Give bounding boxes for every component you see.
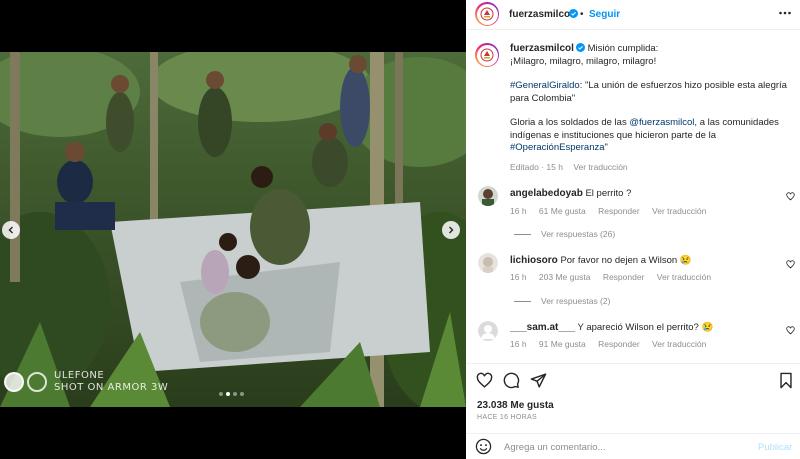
bookmark-icon[interactable] — [778, 372, 794, 389]
caption-meta: Editado · 15 h Ver traducción — [510, 161, 790, 174]
caption-username[interactable]: fuerzasmilcol — [510, 43, 574, 54]
edited-time: Editado · 15 h — [510, 161, 563, 172]
caption-avatar[interactable] — [475, 43, 499, 67]
replies-line — [514, 300, 531, 302]
post-header: fuerzasmilcol • Seguir — [466, 0, 800, 30]
avatar[interactable] — [478, 186, 498, 206]
comment-username[interactable]: ___sam.at___ — [510, 322, 575, 333]
comment-username[interactable]: lichiosoro — [510, 255, 558, 266]
carousel-dot-active — [226, 392, 230, 396]
comment-username[interactable]: angelabedoyab — [510, 188, 583, 199]
post-actions: 23.038 Me gusta HACE 16 HORAS — [466, 363, 800, 433]
likes-count[interactable]: 23.038 Me gusta — [477, 400, 554, 411]
watermark-circle-icon — [4, 372, 24, 392]
caption-line-2: ¡Milagro, milagro, milagro, milagro! — [510, 55, 657, 67]
carousel-dot — [219, 392, 223, 396]
caption-p3-start: Gloria a los soldados de las — [510, 117, 630, 128]
army-logo-icon — [480, 48, 494, 62]
carousel-dot — [240, 392, 244, 396]
caption-text: fuerzasmilcol Misión cumplida: ¡Milagro,… — [510, 43, 790, 173]
watermark-brand: ULEFONE — [54, 370, 105, 381]
comment-likes[interactable]: 91 Me gusta — [539, 339, 586, 349]
army-logo-icon — [480, 7, 494, 21]
heart-icon[interactable] — [786, 326, 795, 335]
translate-link[interactable]: Ver traducción — [652, 339, 706, 349]
reply-button[interactable]: Responder — [598, 339, 640, 349]
comment-likes[interactable]: 203 Me gusta — [539, 272, 591, 282]
comment-meta: 16 h 203 Me gusta Responder Ver traducci… — [510, 272, 721, 282]
caption-p3-end: " — [604, 142, 608, 153]
media-pane: ULEFONE SHOT ON ARMOR 3W — [0, 0, 466, 459]
reply-button[interactable]: Responder — [598, 206, 640, 216]
share-icon[interactable] — [530, 372, 547, 389]
separator-dot: • — [580, 9, 584, 20]
reply-button[interactable]: Responder — [603, 272, 645, 282]
emoji-icon[interactable] — [475, 438, 492, 455]
comment-meta: 16 h 61 Me gusta Responder Ver traducció… — [510, 206, 716, 216]
carousel-indicator — [219, 392, 244, 396]
mention-link[interactable]: @fuerzasmilcol — [629, 117, 694, 128]
comment-text: El perrito ? — [585, 188, 632, 199]
carousel-dot — [233, 392, 237, 396]
translate-link[interactable]: Ver traducción — [657, 272, 711, 282]
publish-button[interactable]: Publicar — [758, 442, 792, 453]
camera-watermark: ULEFONE SHOT ON ARMOR 3W — [4, 370, 168, 394]
view-replies-label: Ver respuestas (26) — [541, 229, 616, 239]
comment-icon[interactable] — [503, 372, 520, 389]
heart-icon[interactable] — [476, 372, 493, 389]
hashtag-link[interactable]: #GeneralGiraldo — [510, 80, 580, 91]
replies-line — [514, 233, 531, 235]
previous-image-button[interactable] — [2, 221, 20, 239]
header-username[interactable]: fuerzasmilcol — [509, 9, 573, 20]
comment-likes[interactable]: 61 Me gusta — [539, 206, 586, 216]
comment-time: 16 h — [510, 339, 527, 349]
view-replies-label: Ver respuestas (2) — [541, 296, 611, 306]
verified-badge-icon — [575, 43, 585, 52]
caption-line-1: Misión cumplida: — [587, 43, 659, 54]
more-icon — [779, 11, 791, 15]
post-side-panel: fuerzasmilcol • Seguir fuerzasmilcol Mis… — [466, 0, 800, 459]
comment-time: 16 h — [510, 206, 527, 216]
view-replies-button[interactable]: Ver respuestas (2) — [514, 296, 610, 306]
instagram-post-view: ULEFONE SHOT ON ARMOR 3W fuerzasmilcol •… — [0, 0, 800, 459]
add-comment-bar: Publicar — [466, 433, 800, 459]
heart-icon[interactable] — [786, 192, 795, 201]
comment-input[interactable] — [504, 442, 744, 453]
hashtag-link[interactable]: #OperaciónEsperanza — [510, 142, 605, 153]
verified-badge-icon — [567, 9, 578, 19]
post-time-ago: HACE 16 HORAS — [477, 414, 537, 421]
chevron-right-icon — [449, 226, 454, 234]
see-translation-link[interactable]: Ver traducción — [573, 162, 627, 172]
more-options-button[interactable] — [778, 6, 792, 22]
post-photo — [0, 52, 466, 407]
watermark-ring-icon — [27, 372, 47, 392]
heart-icon[interactable] — [786, 260, 795, 269]
avatar[interactable] — [475, 2, 499, 26]
next-image-button[interactable] — [442, 221, 460, 239]
jungle-photo-illustration — [0, 52, 466, 407]
view-replies-button[interactable]: Ver respuestas (26) — [514, 229, 615, 239]
avatar[interactable] — [478, 321, 498, 341]
comment-meta: 16 h 91 Me gusta Responder Ver traducció… — [510, 339, 716, 349]
chevron-left-icon — [8, 226, 13, 234]
comment-text: Por favor no dejen a Wilson 😢 — [560, 255, 692, 266]
translate-link[interactable]: Ver traducción — [652, 206, 706, 216]
comment-text: Y apareció Wilson el perrito? 😢 — [577, 322, 714, 333]
watermark-model: SHOT ON ARMOR 3W — [54, 382, 169, 393]
follow-button[interactable]: Seguir — [589, 9, 620, 20]
avatar[interactable] — [478, 253, 498, 273]
comment-time: 16 h — [510, 272, 527, 282]
